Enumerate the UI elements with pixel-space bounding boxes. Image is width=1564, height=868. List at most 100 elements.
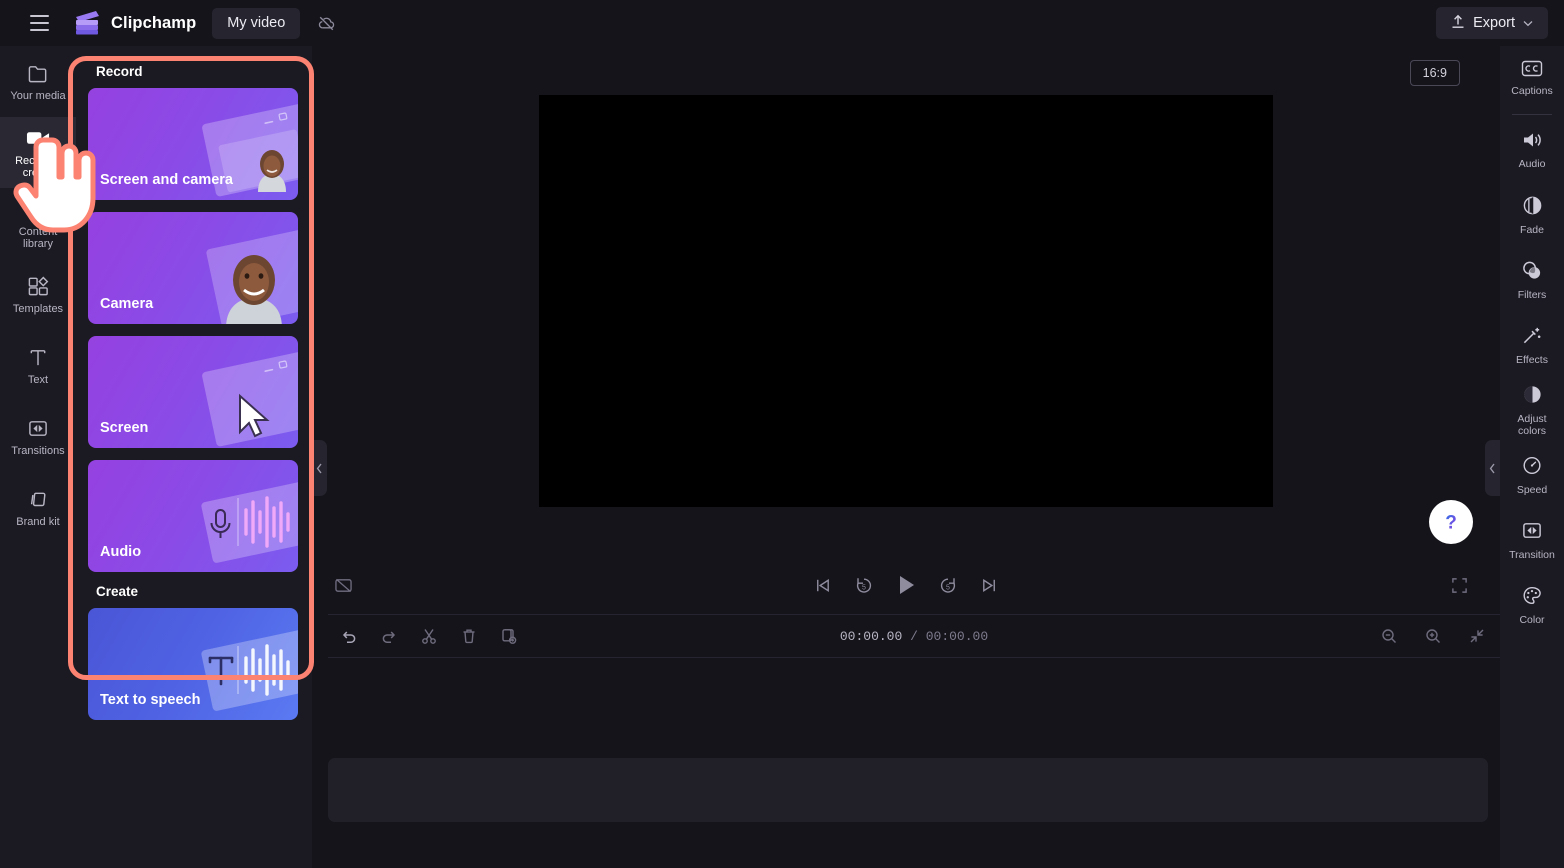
- effects-wand-icon: [1521, 325, 1543, 351]
- transition-icon: [1521, 520, 1543, 546]
- section-heading-create: Create: [96, 584, 139, 599]
- timeline-zoom-group: [1374, 621, 1492, 651]
- right-rail-label: Adjust colors: [1517, 413, 1547, 437]
- clipchamp-logo-icon: [72, 9, 102, 37]
- export-label: Export: [1473, 15, 1515, 31]
- record-card-screen[interactable]: Screen: [88, 336, 298, 448]
- create-card-text-to-speech[interactable]: Text to speech: [88, 608, 298, 720]
- preview-stage: [312, 46, 1500, 556]
- adjust-colors-icon: [1522, 384, 1543, 410]
- right-rail-item-transition[interactable]: Transition: [1500, 508, 1564, 573]
- brand-kit-icon: [27, 487, 49, 511]
- sidebar-item-text[interactable]: Text: [0, 330, 76, 401]
- help-button[interactable]: ?: [1429, 500, 1473, 544]
- cloud-off-icon[interactable]: [310, 8, 343, 39]
- playback-controls: 5 5: [312, 574, 1500, 596]
- project-title[interactable]: My video: [212, 7, 301, 39]
- collapse-right-panel-button[interactable]: [1485, 440, 1500, 496]
- microphone-waveform-art: [201, 481, 298, 563]
- right-rail-label: Captions: [1511, 84, 1553, 97]
- speedometer-icon: [1521, 455, 1543, 481]
- record-card-label: Audio: [100, 544, 142, 560]
- right-properties-rail: Captions Audio Fade Filters Effects Adju…: [1500, 46, 1564, 868]
- speaker-icon: [1521, 130, 1543, 155]
- brand-name: Clipchamp: [111, 13, 197, 32]
- captions-cc-icon: [1521, 60, 1543, 82]
- right-rail-label: Transition: [1509, 548, 1555, 561]
- player-controls-bar: 5 5: [312, 556, 1500, 614]
- svg-text:5: 5: [862, 584, 866, 591]
- right-rail-label: Effects: [1516, 353, 1548, 366]
- rewind-5s-icon[interactable]: 5: [854, 575, 874, 595]
- app-header: Clipchamp My video Export: [0, 0, 1564, 46]
- sidebar-item-brand-kit[interactable]: Brand kit: [0, 472, 76, 543]
- svg-text:?: ?: [1445, 513, 1457, 534]
- current-time: 00:00.00: [839, 628, 903, 644]
- library-icon: [27, 197, 49, 221]
- export-button[interactable]: Export: [1436, 7, 1548, 39]
- left-navigation-rail: Your media Record & create Content libra…: [0, 46, 76, 868]
- chevron-left-icon: [316, 463, 322, 473]
- fullscreen-icon[interactable]: [1444, 570, 1474, 600]
- hamburger-icon[interactable]: [16, 0, 62, 46]
- forward-5s-icon[interactable]: 5: [938, 575, 958, 595]
- timeline-body[interactable]: [312, 658, 1500, 868]
- right-rail-label: Filters: [1517, 288, 1547, 301]
- fade-icon: [1522, 195, 1543, 221]
- right-rail-item-audio[interactable]: Audio: [1500, 118, 1564, 183]
- center-workspace: 16:9 5 5 00:00.00 / 00:00.00: [312, 46, 1500, 868]
- right-rail-item-filters[interactable]: Filters: [1500, 248, 1564, 313]
- screen-with-pointer-art: [202, 351, 298, 447]
- video-camera-icon: [26, 126, 51, 150]
- record-card-label: Screen: [100, 420, 149, 436]
- right-rail-label: Audio: [1518, 158, 1546, 171]
- sidebar-item-your-media[interactable]: Your media: [0, 46, 76, 117]
- text-t-icon: [27, 345, 49, 369]
- right-rail-item-effects[interactable]: Effects: [1500, 313, 1564, 378]
- rail-divider: [1512, 114, 1552, 115]
- timecode-display: 00:00.00 / 00:00.00: [328, 629, 1500, 644]
- sidebar-item-label: Transitions: [11, 445, 65, 457]
- empty-timeline-track[interactable]: [328, 758, 1488, 822]
- sidebar-item-transitions[interactable]: Transitions: [0, 401, 76, 472]
- right-rail-item-color[interactable]: Color: [1500, 573, 1564, 638]
- record-card-camera[interactable]: Camera: [88, 212, 298, 324]
- sidebar-item-label: Brand kit: [16, 516, 60, 528]
- right-rail-label: Fade: [1520, 223, 1544, 236]
- record-card-screen-and-camera[interactable]: Screen and camera: [88, 88, 298, 200]
- play-icon[interactable]: [896, 574, 916, 596]
- text-waveform-art: [201, 629, 298, 711]
- filters-icon: [1521, 260, 1543, 286]
- sidebar-item-label: Text: [27, 374, 49, 386]
- time-separator: /: [910, 628, 918, 644]
- right-rail-item-fade[interactable]: Fade: [1500, 183, 1564, 248]
- total-time: 00:00.00: [925, 628, 989, 644]
- svg-text:5: 5: [946, 584, 950, 591]
- fit-to-screen-icon[interactable]: [1462, 621, 1492, 651]
- right-rail-item-adjust-colors[interactable]: Adjust colors: [1500, 378, 1564, 443]
- video-preview-canvas[interactable]: [539, 95, 1273, 507]
- person-portrait-art: [206, 229, 298, 324]
- zoom-out-icon[interactable]: [1374, 621, 1404, 651]
- record-card-audio[interactable]: Audio: [88, 460, 298, 572]
- record-card-label: Camera: [100, 296, 154, 312]
- collapse-left-panel-button[interactable]: [312, 440, 327, 496]
- right-rail-label: Speed: [1516, 483, 1548, 496]
- sidebar-item-content-library[interactable]: Content library: [0, 188, 76, 259]
- right-rail-item-captions[interactable]: Captions: [1500, 46, 1564, 111]
- question-mark-icon: ?: [1445, 513, 1457, 534]
- zoom-in-icon[interactable]: [1418, 621, 1448, 651]
- templates-icon: [27, 274, 50, 298]
- upload-icon: [1451, 14, 1465, 33]
- create-card-label: Text to speech: [100, 692, 201, 708]
- sidebar-item-templates[interactable]: Templates: [0, 259, 76, 330]
- right-rail-label: Color: [1519, 613, 1545, 626]
- skip-to-end-icon[interactable]: [980, 576, 999, 595]
- skip-to-start-icon[interactable]: [813, 576, 832, 595]
- brand: Clipchamp: [72, 9, 196, 37]
- sidebar-item-label: Your media: [10, 90, 66, 102]
- chevron-left-icon: [1489, 463, 1495, 473]
- transitions-icon: [27, 416, 49, 440]
- right-rail-item-speed[interactable]: Speed: [1500, 443, 1564, 508]
- sidebar-item-record-and-create[interactable]: Record & create: [0, 117, 76, 188]
